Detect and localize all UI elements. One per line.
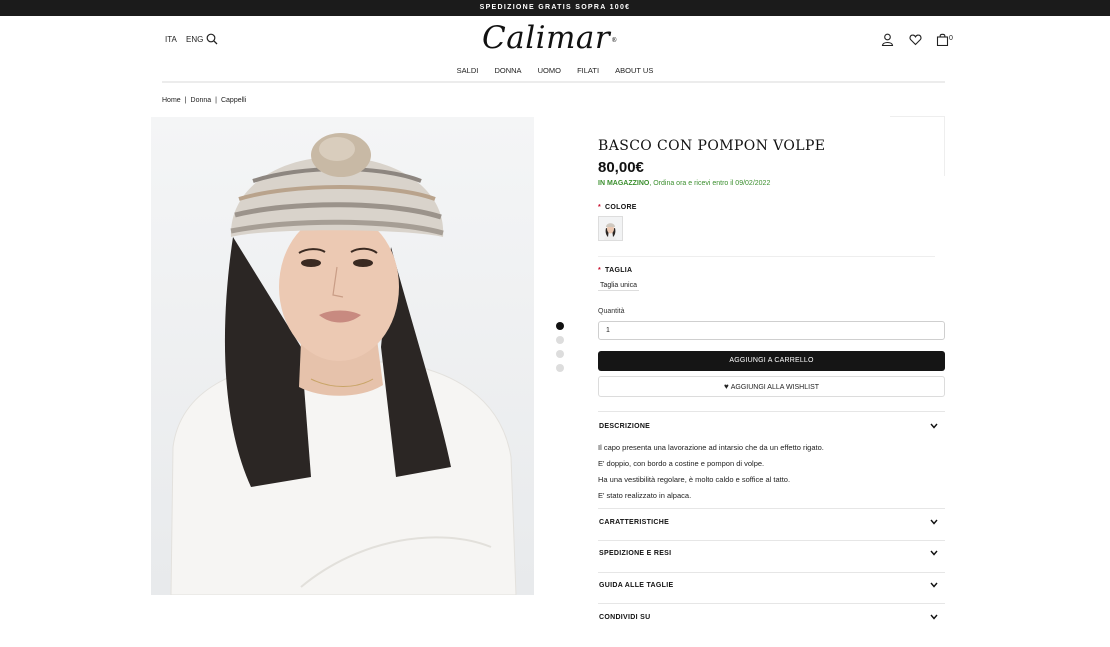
chevron-down-icon[interactable] [930,550,938,556]
accordion-spedizione[interactable]: SPEDIZIONE E RESI [599,550,671,557]
breadcrumb-separator: | [184,97,187,104]
breadcrumb-separator: | [215,97,217,104]
wishlist-icon[interactable] [909,33,922,46]
quantity-label: Quantità [598,308,625,315]
size-label: * TAGLIA [598,267,632,274]
accordion-descrizione[interactable]: DESCRIZIONE [599,423,650,430]
delivery-estimate: , Ordina ora e ricevi entro il 09/02/202… [649,180,771,187]
section-divider [598,256,935,257]
accordion-divider [598,411,945,412]
accordion-caratteristiche[interactable]: CARATTERISTICHE [599,519,669,526]
color-label: * COLORE [598,204,637,211]
lang-eng-link[interactable]: ENG [186,35,203,44]
stock-status: IN MAGAZZINO, Ordina ora e ricevi entro … [598,180,770,187]
description-line: E' stato realizzato in alpaca. [598,491,692,500]
chevron-down-icon[interactable] [930,423,938,429]
accordion-divider [598,603,945,604]
shipping-banner: SPEDIZIONE GRATIS SOPRA 100€ [0,0,1110,16]
breadcrumb-home[interactable]: Home [162,97,181,104]
stock-status-label: IN MAGAZZINO [598,180,650,187]
gallery-dots [556,322,564,378]
accordion-guida-taglie[interactable]: GUIDA ALLE TAGLIE [599,582,673,589]
chevron-down-icon[interactable] [930,582,938,588]
description-line: Ha una vestibilità regolare, è molto cal… [598,475,791,484]
required-asterisk: * [598,204,602,211]
gallery-dot[interactable] [556,350,564,358]
nav-item-uomo[interactable]: UOMO [538,66,561,75]
required-asterisk: * [598,267,602,274]
gallery-dot[interactable] [556,322,564,330]
account-icon[interactable] [881,33,894,46]
gallery-dot[interactable] [556,336,564,344]
cart-count-badge: 0 [949,35,953,42]
color-swatch[interactable] [598,216,623,241]
model-photo-illustration [151,117,534,595]
add-to-wishlist-label: AGGIUNGI ALLA WISHLIST [730,384,820,391]
search-icon[interactable] [206,33,218,45]
accordion-divider [598,572,945,573]
site-header: ITA ENG Calimar® 0 SALDI DONNA UOMO FILA… [0,16,1110,82]
chevron-down-icon[interactable] [930,519,938,525]
size-option[interactable]: Taglia unica [598,281,639,291]
color-swatch-thumbnail [599,217,622,240]
nav-item-filati[interactable]: FILATI [577,66,599,75]
nav-item-saldi[interactable]: SALDI [457,66,479,75]
quantity-input[interactable]: 1 [598,321,945,340]
header-divider [162,81,945,83]
color-label-text: COLORE [605,204,637,211]
size-label-text: TAGLIA [605,267,633,274]
nav-item-donna[interactable]: DONNA [494,66,521,75]
description-line: E' doppio, con bordo a costine e pompon … [598,459,765,468]
add-to-wishlist-button[interactable]: ♥ AGGIUNGI ALLA WISHLIST [598,376,945,397]
product-price: 80,00€ [598,159,644,176]
main-nav: SALDI DONNA UOMO FILATI ABOUT US [0,66,1110,75]
gallery-dot[interactable] [556,364,564,372]
product-image[interactable] [151,117,534,595]
description-line: Il capo presenta una lavorazione ad inta… [598,443,824,452]
chevron-down-icon[interactable] [930,614,938,620]
brand-logo-text: Calimar [482,20,611,56]
accordion-divider [598,508,945,509]
heart-icon: ♥ [723,382,729,391]
breadcrumb-donna[interactable]: Donna [191,97,212,104]
lang-ita-link[interactable]: ITA [165,35,177,44]
brand-logo-mark: ® [611,37,618,44]
decorative-corner [890,116,945,176]
nav-item-about-us[interactable]: ABOUT US [615,66,653,75]
accordion-condividi[interactable]: CONDIVIDI SU [599,614,650,621]
add-to-cart-button[interactable]: AGGIUNGI A CARRELLO [598,351,945,371]
brand-logo[interactable]: Calimar® [482,20,617,60]
breadcrumb-cappelli[interactable]: Cappelli [221,97,246,104]
product-title: BASCO CON POMPON VOLPE [598,138,826,154]
cart-icon[interactable] [936,33,949,46]
accordion-divider [598,540,945,541]
breadcrumb: Home | Donna | Cappelli [162,97,246,104]
